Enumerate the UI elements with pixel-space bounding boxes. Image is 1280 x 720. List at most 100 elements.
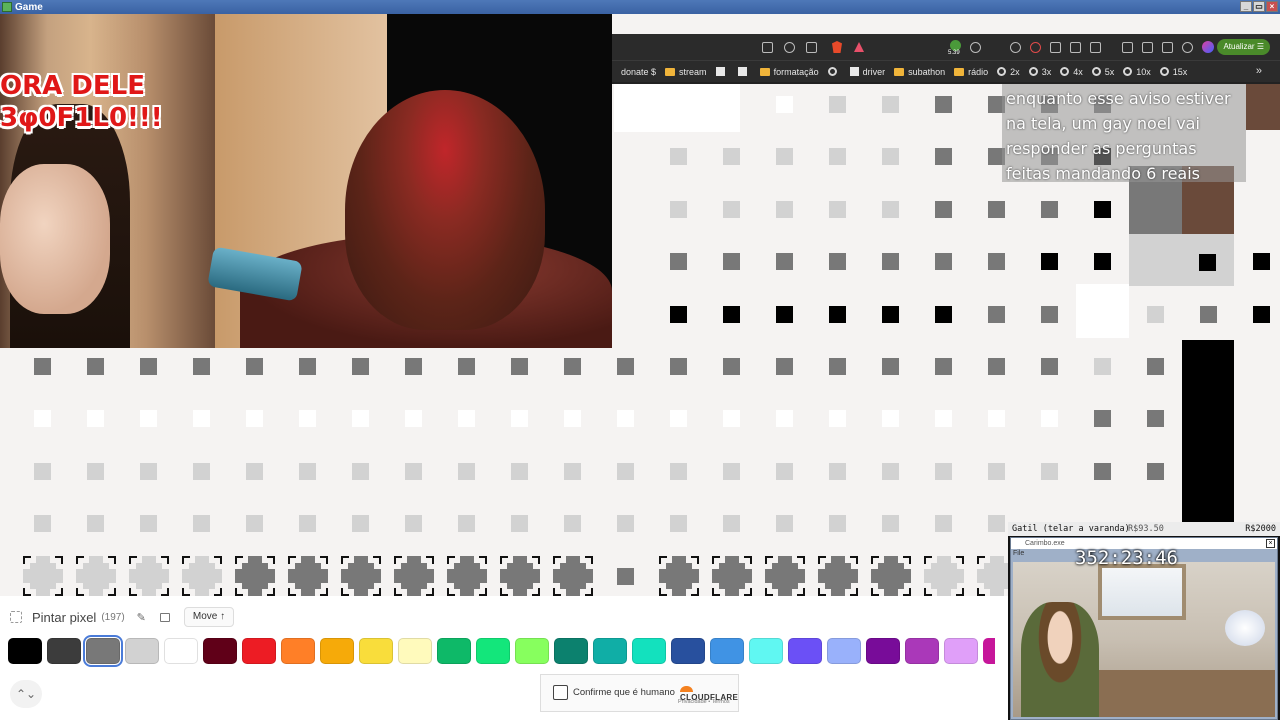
pixel[interactable] (1041, 253, 1058, 271)
pixel[interactable] (723, 148, 740, 166)
pixel[interactable] (1147, 462, 1164, 480)
pixel[interactable] (564, 410, 581, 428)
pixel[interactable] (1041, 358, 1058, 375)
pending-pixel[interactable] (341, 556, 381, 596)
color-swatch[interactable] (47, 638, 81, 664)
pixel[interactable] (246, 358, 263, 375)
pixel[interactable] (1253, 305, 1270, 323)
pixel[interactable] (776, 462, 793, 480)
pending-pixel[interactable] (818, 556, 858, 596)
window-icon[interactable] (1090, 42, 1101, 53)
pixel[interactable] (193, 410, 210, 428)
color-swatch[interactable] (905, 638, 939, 664)
pixel[interactable] (723, 515, 740, 533)
color-swatch[interactable] (983, 638, 995, 664)
pixel[interactable] (723, 200, 740, 218)
pending-pixel[interactable] (447, 556, 487, 596)
pixel[interactable] (140, 515, 157, 533)
pixel[interactable] (988, 515, 1005, 533)
pixel[interactable] (34, 410, 51, 428)
pending-pixel[interactable] (659, 556, 699, 596)
color-swatch[interactable] (593, 638, 627, 664)
color-swatch[interactable] (320, 638, 354, 664)
pixel[interactable] (352, 410, 369, 428)
pixel[interactable] (882, 305, 899, 323)
pixel[interactable] (1094, 358, 1111, 375)
pixel[interactable] (776, 253, 793, 271)
color-swatch[interactable] (632, 638, 666, 664)
bookmark-item[interactable]: 15x (1159, 67, 1187, 77)
record-icon[interactable] (1030, 42, 1041, 53)
pixel[interactable] (882, 200, 899, 218)
color-swatch[interactable] (749, 638, 783, 664)
pixel[interactable] (299, 410, 316, 428)
color-swatch[interactable] (437, 638, 471, 664)
pixel[interactable] (299, 515, 316, 533)
eraser-icon[interactable] (159, 612, 170, 622)
pixel[interactable] (617, 410, 634, 428)
pixel[interactable] (87, 462, 104, 480)
pencil-icon[interactable]: ✎ (137, 611, 146, 624)
pixel[interactable] (882, 148, 899, 166)
color-swatch[interactable] (944, 638, 978, 664)
brave-rewards-icon[interactable] (854, 42, 864, 52)
pixel[interactable] (1200, 305, 1217, 323)
bookmark-item[interactable]: driver (849, 67, 885, 77)
pixel[interactable] (1094, 253, 1111, 271)
color-swatch[interactable] (359, 638, 393, 664)
color-swatch[interactable] (554, 638, 588, 664)
pixel[interactable] (988, 410, 1005, 428)
pixel[interactable] (1041, 200, 1058, 218)
pixel[interactable] (935, 200, 952, 218)
pixel[interactable] (1147, 305, 1164, 323)
pixel[interactable] (246, 410, 263, 428)
share-icon[interactable] (806, 42, 817, 53)
pixel[interactable] (935, 148, 952, 166)
pixel[interactable] (829, 96, 846, 113)
pending-pixel[interactable] (712, 556, 752, 596)
bookmark-item[interactable]: subathon (894, 67, 945, 77)
expand-icon[interactable] (10, 611, 22, 623)
pixel[interactable] (405, 358, 422, 375)
pixel[interactable] (988, 253, 1005, 271)
pixel[interactable] (882, 358, 899, 375)
pixel[interactable] (617, 568, 634, 585)
puzzle-icon[interactable] (1070, 42, 1081, 53)
bookmark-item[interactable]: stream (665, 67, 707, 77)
pixel[interactable] (1147, 410, 1164, 428)
pixel[interactable] (776, 305, 793, 323)
pixel[interactable] (617, 462, 634, 480)
pixel[interactable] (776, 515, 793, 533)
pixel[interactable] (140, 358, 157, 375)
pixel[interactable] (723, 305, 740, 323)
cast-icon[interactable] (762, 42, 773, 53)
bookmark-item[interactable]: 5x (1091, 67, 1114, 77)
pixel[interactable] (1253, 253, 1270, 271)
pixel[interactable] (1041, 462, 1058, 480)
pixel[interactable] (988, 305, 1005, 323)
pixel[interactable] (829, 148, 846, 166)
color-swatch[interactable] (515, 638, 549, 664)
pending-pixel[interactable] (23, 556, 63, 596)
bookmark-item[interactable]: formatação (759, 67, 819, 77)
pixel[interactable] (87, 410, 104, 428)
bookmark-item[interactable] (827, 67, 841, 76)
wallet-icon[interactable] (1162, 42, 1173, 53)
pixel[interactable] (564, 358, 581, 375)
color-swatch[interactable] (710, 638, 744, 664)
bookmark-item[interactable]: 4x (1060, 67, 1083, 77)
pixel[interactable] (829, 410, 846, 428)
pixel[interactable] (1094, 410, 1111, 428)
pixel[interactable] (458, 410, 475, 428)
pixel[interactable] (405, 462, 422, 480)
pixel[interactable] (193, 515, 210, 533)
pending-pixel[interactable] (924, 556, 964, 596)
pixel[interactable] (882, 253, 899, 271)
pixel[interactable] (34, 515, 51, 533)
pixel[interactable] (246, 462, 263, 480)
pending-pixel[interactable] (394, 556, 434, 596)
extension-icon[interactable] (1010, 42, 1021, 53)
pending-pixel[interactable] (76, 556, 116, 596)
bookmark-item[interactable]: rádio (954, 67, 988, 77)
pixel[interactable] (405, 515, 422, 533)
